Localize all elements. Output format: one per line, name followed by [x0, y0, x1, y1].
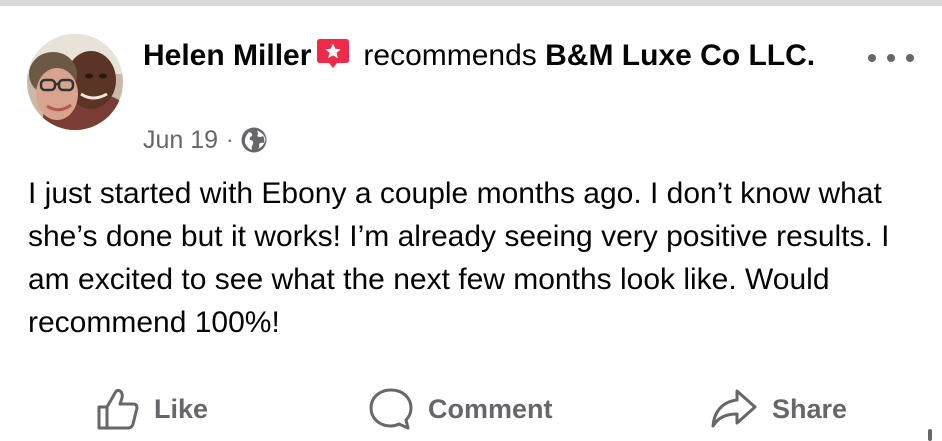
- comment-bubble-icon: [369, 388, 413, 430]
- recommendation-post: Helen Miller recommends B&M Luxe Co LLC. …: [0, 6, 942, 441]
- comment-label: Comment: [428, 393, 553, 424]
- page-name[interactable]: B&M Luxe Co LLC.: [545, 39, 815, 72]
- more-options-icon[interactable]: [868, 46, 914, 70]
- comment-button[interactable]: Comment: [368, 384, 553, 434]
- recommendation-star-icon: [315, 37, 351, 69]
- share-button[interactable]: Share: [710, 384, 847, 434]
- meta-separator: ·: [226, 127, 234, 152]
- avatar[interactable]: [27, 34, 123, 130]
- like-label: Like: [154, 393, 209, 424]
- globe-icon[interactable]: [240, 126, 268, 154]
- avatar-photo: [27, 34, 123, 130]
- post-actions-bar: Like Comment Share: [0, 384, 942, 434]
- share-arrow-icon: [711, 389, 757, 428]
- post-meta: Jun 19 ·: [143, 122, 268, 158]
- recommends-text: recommends: [363, 39, 537, 72]
- post-header: Helen Miller recommends B&M Luxe Co LLC.: [143, 34, 863, 78]
- like-button[interactable]: Like: [96, 384, 208, 434]
- post-body-text: I just started with Ebony a couple month…: [28, 177, 890, 339]
- author-name[interactable]: Helen Miller: [143, 39, 311, 72]
- share-label: Share: [772, 393, 848, 424]
- thumbs-up-icon: [97, 388, 139, 430]
- scrollbar-thumb[interactable]: [928, 429, 932, 441]
- more-dot: [887, 54, 895, 62]
- more-dot: [906, 54, 914, 62]
- more-dot: [868, 54, 876, 62]
- post-date[interactable]: Jun 19: [143, 126, 218, 155]
